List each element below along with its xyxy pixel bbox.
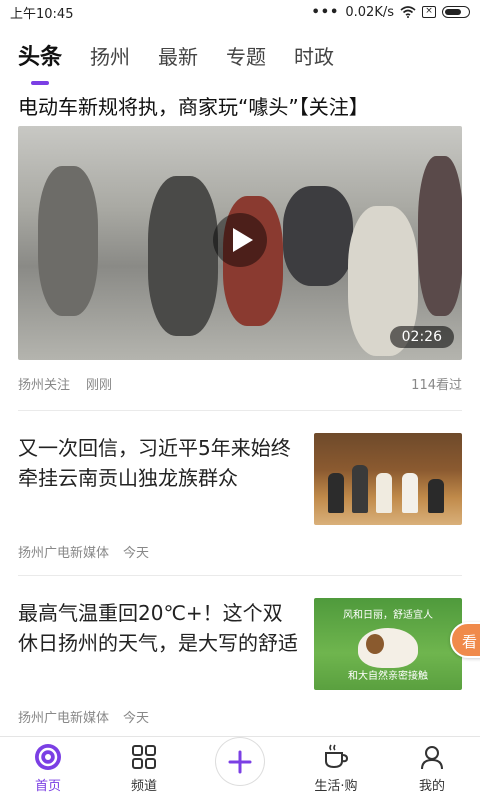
news-feed[interactable]: 电动车新规将执，商家玩“噱头”【关注】 02:26 扬州关注 刚刚 114看过 … <box>0 84 480 736</box>
video-thumbnail[interactable]: 02:26 <box>18 126 462 360</box>
no-sim-icon: × <box>422 6 436 18</box>
featured-meta: 扬州关注 刚刚 114看过 <box>0 360 480 396</box>
network-speed: 0.02K/s <box>345 4 394 20</box>
tab-yangzhou[interactable]: 扬州 <box>90 39 130 70</box>
news-time: 今天 <box>123 546 150 561</box>
featured-views: 114看过 <box>411 378 462 393</box>
play-button[interactable] <box>213 213 267 267</box>
news-title[interactable]: 又一次回信，习近平5年来始终牵挂云南贡山独龙族群众 <box>18 433 300 493</box>
video-duration: 02:26 <box>389 326 454 348</box>
channels-icon <box>130 743 158 771</box>
news-thumbnail[interactable] <box>314 433 462 525</box>
battery-icon <box>442 6 470 18</box>
news-item[interactable]: 最高气温重回20℃+！这个双休日扬州的天气，是大写的舒适 风和日丽，舒适宜人 和… <box>0 576 480 736</box>
news-title[interactable]: 最高气温重回20℃+！这个双休日扬州的天气，是大写的舒适 <box>18 598 300 658</box>
nav-life-shop[interactable]: 生活·购 <box>288 737 384 800</box>
bottom-nav: 首页 频道 生活·购 我的 <box>0 736 480 800</box>
status-time: 上午10:45 <box>10 6 74 22</box>
featured-video-card[interactable]: 电动车新规将执，商家玩“噱头”【关注】 02:26 扬州关注 刚刚 114看过 <box>0 84 480 411</box>
tab-politics[interactable]: 时政 <box>294 39 334 70</box>
wifi-icon <box>400 6 416 18</box>
dog-image <box>358 628 418 668</box>
news-time: 今天 <box>123 711 150 726</box>
featured-title[interactable]: 电动车新规将执，商家玩“噱头”【关注】 <box>0 84 480 124</box>
plus-icon <box>228 750 252 773</box>
tab-headlines[interactable]: 头条 <box>18 37 62 71</box>
nav-profile-label: 我的 <box>418 779 445 794</box>
news-item[interactable]: 又一次回信，习近平5年来始终牵挂云南贡山独龙族群众 扬州广电新媒体 今天 <box>0 411 480 575</box>
home-icon <box>34 743 62 771</box>
featured-time: 刚刚 <box>86 378 113 393</box>
nav-home-label: 首页 <box>34 779 61 794</box>
floating-watch-tab[interactable]: 看 <box>450 622 480 658</box>
tab-latest[interactable]: 最新 <box>158 39 198 70</box>
nav-channels[interactable]: 频道 <box>96 737 192 800</box>
thumbnail-caption-top: 风和日丽，舒适宜人 <box>343 610 433 621</box>
news-meta: 扬州广电新媒体 今天 <box>18 542 149 561</box>
nav-home[interactable]: 首页 <box>0 737 96 800</box>
nav-publish[interactable] <box>192 737 288 800</box>
status-icons: ••• 0.02K/s × <box>311 5 470 20</box>
nav-channels-label: 频道 <box>130 779 157 794</box>
user-icon <box>418 743 446 771</box>
news-source: 扬州广电新媒体 <box>18 711 110 726</box>
featured-source: 扬州关注 <box>18 378 71 393</box>
nav-life-shop-label: 生活·购 <box>314 779 358 794</box>
category-tabs: 头条 扬州 最新 专题 时政 <box>0 24 480 84</box>
status-bar: 上午10:45 ••• 0.02K/s × <box>0 0 480 24</box>
news-source: 扬州广电新媒体 <box>18 546 110 561</box>
plus-button[interactable] <box>215 737 265 786</box>
tab-topics[interactable]: 专题 <box>226 39 266 70</box>
coffee-icon <box>322 743 350 771</box>
more-dots-icon: ••• <box>311 4 340 20</box>
news-meta: 扬州广电新媒体 今天 <box>18 707 149 726</box>
news-thumbnail[interactable]: 风和日丽，舒适宜人 和大自然亲密接触 <box>314 598 462 690</box>
thumbnail-caption-bottom: 和大自然亲密接触 <box>348 671 428 682</box>
nav-profile[interactable]: 我的 <box>384 737 480 800</box>
